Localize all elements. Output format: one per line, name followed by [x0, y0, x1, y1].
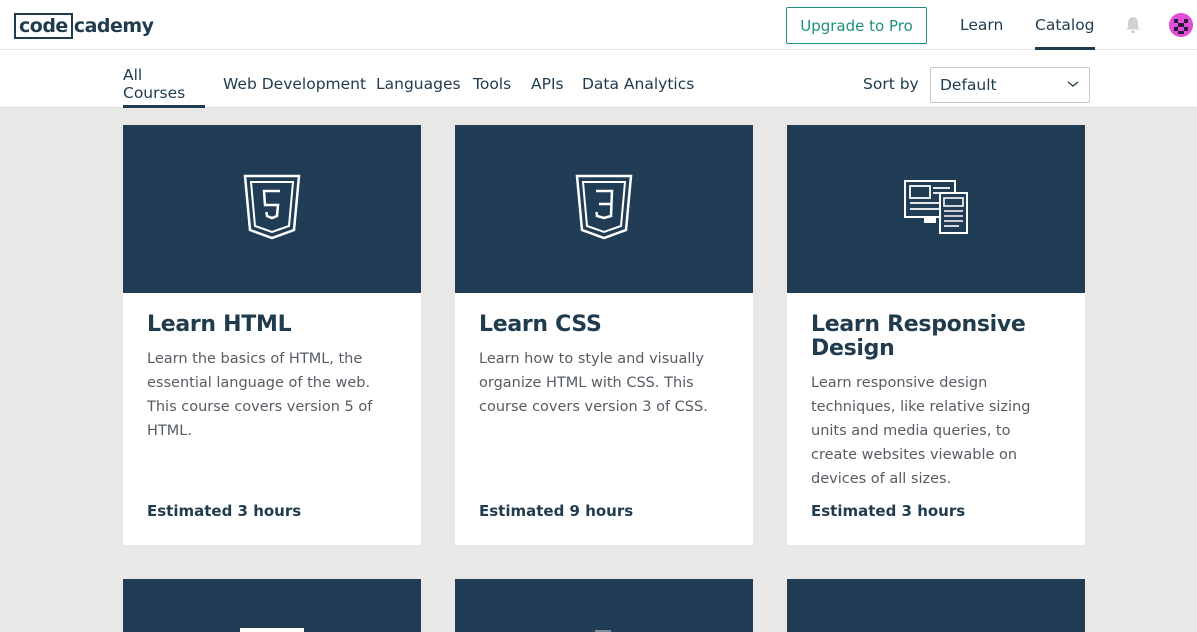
course-card-hero [123, 125, 421, 293]
nav-learn-link[interactable]: Learn [960, 0, 1003, 50]
course-card-hero [787, 125, 1085, 293]
sort-select[interactable]: Default [930, 67, 1090, 103]
course-icon-partial [240, 628, 304, 632]
course-card-learn-css[interactable]: Learn CSS Learn how to style and visuall… [455, 125, 753, 545]
sort-by-label: Sort by [863, 75, 919, 93]
course-title: Learn HTML [147, 312, 292, 337]
notifications-bell-icon[interactable] [1125, 16, 1141, 34]
user-avatar[interactable] [1169, 13, 1193, 37]
css3-icon [575, 174, 633, 244]
course-card-partial[interactable] [787, 579, 1085, 632]
codecademy-logo[interactable]: code cademy [14, 13, 154, 39]
course-card-learn-responsive-design[interactable]: Learn Responsive Design Learn responsive… [787, 125, 1085, 545]
sort-selected-value: Default [940, 76, 997, 94]
course-title: Learn CSS [479, 312, 602, 337]
course-description: Learn the basics of HTML, the essential … [147, 351, 373, 439]
tab-data-analytics[interactable]: Data Analytics [582, 50, 694, 108]
course-card-learn-html[interactable]: Learn HTML Learn the basics of HTML, the… [123, 125, 421, 545]
tab-tools[interactable]: Tools [473, 50, 511, 108]
course-card-hero [787, 579, 1085, 632]
tab-languages[interactable]: Languages [376, 50, 461, 108]
course-card-hero [455, 125, 753, 293]
course-estimate: Estimated 3 hours [147, 502, 302, 520]
tab-apis[interactable]: APIs [531, 50, 564, 108]
course-card-partial[interactable] [455, 579, 753, 632]
course-card-hero [455, 579, 753, 632]
logo-rest-text: cademy [73, 15, 154, 37]
tab-all-courses[interactable]: All Courses [123, 50, 205, 108]
tab-web-development[interactable]: Web Development [223, 50, 366, 108]
course-card-hero [123, 579, 421, 632]
course-description: Learn how to style and visually organize… [479, 351, 708, 415]
responsive-devices-icon [904, 179, 968, 239]
html5-icon [243, 174, 301, 244]
upgrade-to-pro-button[interactable]: Upgrade to Pro [786, 7, 927, 44]
course-card-partial[interactable] [123, 579, 421, 632]
chevron-down-icon [1067, 77, 1079, 94]
course-estimate: Estimated 3 hours [811, 502, 966, 520]
course-estimate: Estimated 9 hours [479, 502, 634, 520]
course-description: Learn responsive design techniques, like… [811, 375, 1031, 487]
nav-catalog-link[interactable]: Catalog [1035, 0, 1095, 50]
logo-boxed-text: code [14, 13, 73, 39]
top-navigation-bar: code cademy Upgrade to Pro Learn Catalog [0, 0, 1197, 50]
catalog-filter-bar: All Courses Web Development Languages To… [0, 50, 1197, 108]
course-title: Learn Responsive Design [811, 312, 1026, 361]
